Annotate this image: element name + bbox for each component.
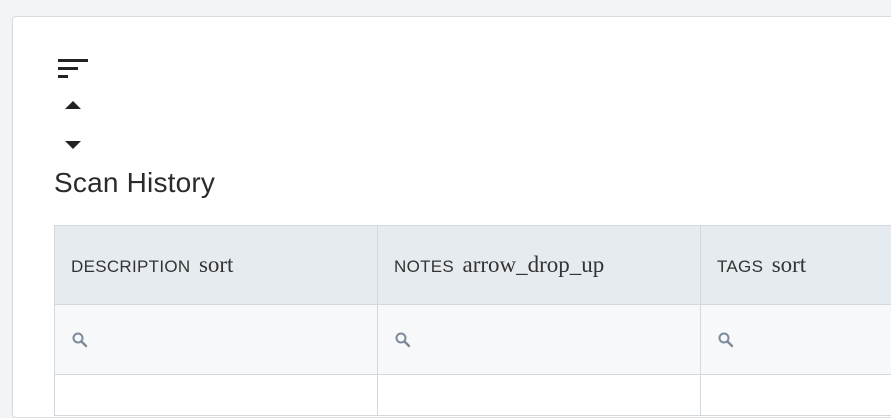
table-row (55, 375, 891, 416)
column-label: DESCRIPTION (71, 257, 190, 276)
caret-up-icon[interactable] (65, 101, 81, 111)
sort-icon-text: sort (772, 252, 807, 277)
sort-icon-text: sort (199, 252, 234, 277)
column-label: NOTES (394, 257, 454, 276)
scan-history-table: DESCRIPTION sort NOTES arrow_drop_up TAG… (54, 225, 891, 416)
filter-row (55, 305, 891, 375)
table-cell (701, 375, 891, 416)
scan-history-panel: Scan History DESCRIPTION sort NOTES arro… (12, 16, 891, 418)
column-header-description[interactable]: DESCRIPTION sort (55, 226, 378, 305)
tags-filter-input[interactable] (701, 305, 891, 374)
arrow-drop-up-icon-text: arrow_drop_up (463, 252, 605, 277)
column-header-tags[interactable]: TAGS sort (701, 226, 891, 305)
filter-cell-description (55, 305, 378, 375)
sort-icon[interactable] (58, 59, 88, 81)
notes-filter-input[interactable] (378, 305, 700, 374)
column-header-notes[interactable]: NOTES arrow_drop_up (378, 226, 701, 305)
caret-down-icon[interactable] (65, 140, 81, 150)
description-filter-input[interactable] (55, 305, 377, 374)
table-cell (378, 375, 701, 416)
table-cell (55, 375, 378, 416)
filter-cell-tags (701, 305, 891, 375)
filter-cell-notes (378, 305, 701, 375)
panel-title: Scan History (54, 167, 215, 199)
column-label: TAGS (717, 257, 763, 276)
table-header-row: DESCRIPTION sort NOTES arrow_drop_up TAG… (55, 226, 891, 305)
